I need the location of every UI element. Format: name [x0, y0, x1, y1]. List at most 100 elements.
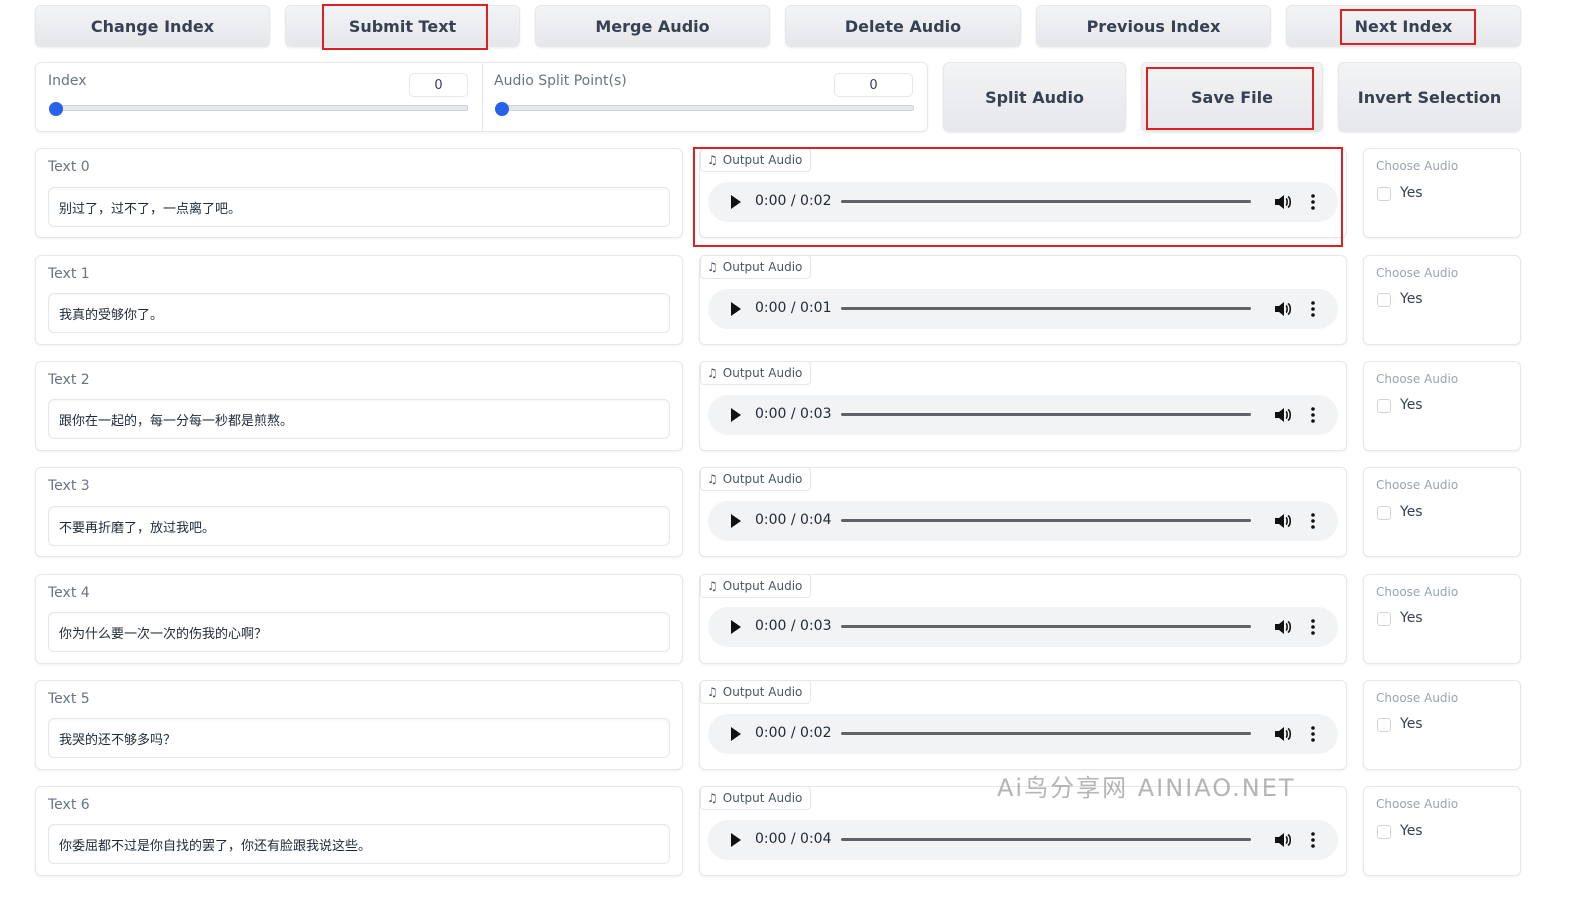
text-input[interactable]: 不要再折磨了，放过我吧。: [48, 506, 670, 546]
play-icon[interactable]: [731, 408, 741, 422]
music-note-icon: ♫: [707, 260, 718, 274]
audio-seek-bar[interactable]: [841, 519, 1251, 522]
output-audio-label: Output Audio: [722, 685, 803, 699]
more-options-icon[interactable]: [1310, 299, 1316, 319]
split-point-number-input[interactable]: 0: [834, 73, 913, 97]
output-audio-tag: ♫ Output Audio: [700, 467, 812, 491]
play-icon[interactable]: [731, 727, 741, 741]
choose-audio-checkbox[interactable]: [1377, 293, 1391, 307]
audio-seek-bar[interactable]: [841, 413, 1251, 416]
choose-audio-label: Choose Audio: [1376, 478, 1459, 492]
index-number-input[interactable]: 0: [409, 73, 468, 97]
text-label: Text 3: [48, 478, 90, 494]
music-note-icon: ♫: [707, 685, 718, 699]
audio-seek-bar[interactable]: [841, 307, 1251, 310]
choose-audio-checkbox[interactable]: [1377, 718, 1391, 732]
play-icon[interactable]: [731, 833, 741, 847]
choose-audio-checkbox[interactable]: [1377, 187, 1391, 201]
text-label: Text 6: [48, 797, 90, 813]
choose-audio-label: Choose Audio: [1376, 691, 1459, 705]
yes-label: Yes: [1400, 610, 1423, 626]
output-audio-tag: ♫ Output Audio: [700, 786, 812, 810]
output-audio-label: Output Audio: [722, 153, 803, 167]
volume-icon[interactable]: [1272, 299, 1292, 319]
yes-label: Yes: [1400, 716, 1423, 732]
audio-seek-bar[interactable]: [841, 625, 1251, 628]
music-note-icon: ♫: [707, 472, 718, 486]
more-options-icon[interactable]: [1310, 511, 1316, 531]
delete-audio-button[interactable]: Delete Audio: [785, 5, 1021, 47]
split-slider-thumb[interactable]: [495, 102, 509, 116]
choose-audio-label: Choose Audio: [1376, 372, 1459, 386]
play-icon[interactable]: [731, 514, 741, 528]
choose-audio-checkbox[interactable]: [1377, 399, 1391, 413]
merge-audio-button[interactable]: Merge Audio: [535, 5, 770, 47]
split-slider-track[interactable]: [496, 105, 914, 111]
volume-icon[interactable]: [1272, 724, 1292, 744]
volume-icon[interactable]: [1272, 405, 1292, 425]
output-audio-label: Output Audio: [722, 472, 803, 486]
audio-player[interactable]: 0:00 / 0:01: [708, 289, 1338, 329]
more-options-icon[interactable]: [1310, 830, 1316, 850]
output-audio-label: Output Audio: [722, 366, 803, 380]
audio-time: 0:00 / 0:02: [755, 725, 832, 741]
submit-text-button[interactable]: Submit Text: [285, 5, 520, 47]
audio-time: 0:00 / 0:03: [755, 406, 832, 422]
text-input[interactable]: 你为什么要一次一次的伤我的心啊？: [48, 612, 670, 652]
more-options-icon[interactable]: [1310, 192, 1316, 212]
play-icon[interactable]: [731, 302, 741, 316]
text-label: Text 0: [48, 159, 90, 175]
slider-panel: [35, 62, 928, 132]
choose-audio-label: Choose Audio: [1376, 159, 1459, 173]
audio-player[interactable]: 0:00 / 0:04: [708, 820, 1338, 860]
yes-label: Yes: [1400, 291, 1423, 307]
choose-audio-checkbox[interactable]: [1377, 825, 1391, 839]
more-options-icon[interactable]: [1310, 724, 1316, 744]
text-input[interactable]: 你委屈都不过是你自找的罢了，你还有脸跟我说这些。: [48, 824, 670, 864]
audio-player[interactable]: 0:00 / 0:04: [708, 501, 1338, 541]
previous-index-button[interactable]: Previous Index: [1036, 5, 1271, 47]
output-audio-tag: ♫ Output Audio: [700, 361, 812, 385]
watermark: Ai鸟分享网 AINIAO.NET: [997, 774, 1296, 802]
text-label: Text 1: [48, 266, 90, 282]
music-note-icon: ♫: [707, 366, 718, 380]
choose-audio-checkbox[interactable]: [1377, 612, 1391, 626]
index-slider-thumb[interactable]: [49, 102, 63, 116]
index-slider-track[interactable]: [50, 105, 468, 111]
output-audio-tag: ♫ Output Audio: [700, 574, 812, 598]
yes-label: Yes: [1400, 397, 1423, 413]
volume-icon[interactable]: [1272, 617, 1292, 637]
change-index-button[interactable]: Change Index: [35, 5, 270, 47]
choose-audio-checkbox[interactable]: [1377, 506, 1391, 520]
audio-seek-bar[interactable]: [841, 838, 1251, 841]
save-file-button[interactable]: Save File: [1141, 62, 1323, 132]
split-audio-button[interactable]: Split Audio: [943, 62, 1126, 132]
audio-time: 0:00 / 0:04: [755, 512, 832, 528]
divider: [482, 63, 483, 131]
invert-selection-button[interactable]: Invert Selection: [1338, 62, 1521, 132]
text-input[interactable]: 我哭的还不够多吗？: [48, 718, 670, 758]
output-audio-label: Output Audio: [722, 260, 803, 274]
text-input[interactable]: 我真的受够你了。: [48, 293, 670, 333]
text-label: Text 5: [48, 691, 90, 707]
text-input[interactable]: 别过了，过不了，一点离了吧。: [48, 187, 670, 227]
music-note-icon: ♫: [707, 153, 718, 167]
index-label: Index: [48, 73, 87, 89]
output-audio-tag: ♫ Output Audio: [700, 255, 812, 279]
volume-icon[interactable]: [1272, 830, 1292, 850]
more-options-icon[interactable]: [1310, 617, 1316, 637]
audio-seek-bar[interactable]: [841, 732, 1251, 735]
play-icon[interactable]: [731, 195, 741, 209]
audio-player[interactable]: 0:00 / 0:02: [708, 714, 1338, 754]
volume-icon[interactable]: [1272, 511, 1292, 531]
audio-player[interactable]: 0:00 / 0:03: [708, 607, 1338, 647]
audio-player[interactable]: 0:00 / 0:03: [708, 395, 1338, 435]
text-input[interactable]: 跟你在一起的，每一分每一秒都是煎熬。: [48, 399, 670, 439]
audio-seek-bar[interactable]: [841, 200, 1251, 203]
choose-audio-label: Choose Audio: [1376, 797, 1459, 811]
audio-player[interactable]: 0:00 / 0:02: [708, 182, 1338, 222]
next-index-button[interactable]: Next Index: [1286, 5, 1521, 47]
play-icon[interactable]: [731, 620, 741, 634]
volume-icon[interactable]: [1272, 192, 1292, 212]
more-options-icon[interactable]: [1310, 405, 1316, 425]
